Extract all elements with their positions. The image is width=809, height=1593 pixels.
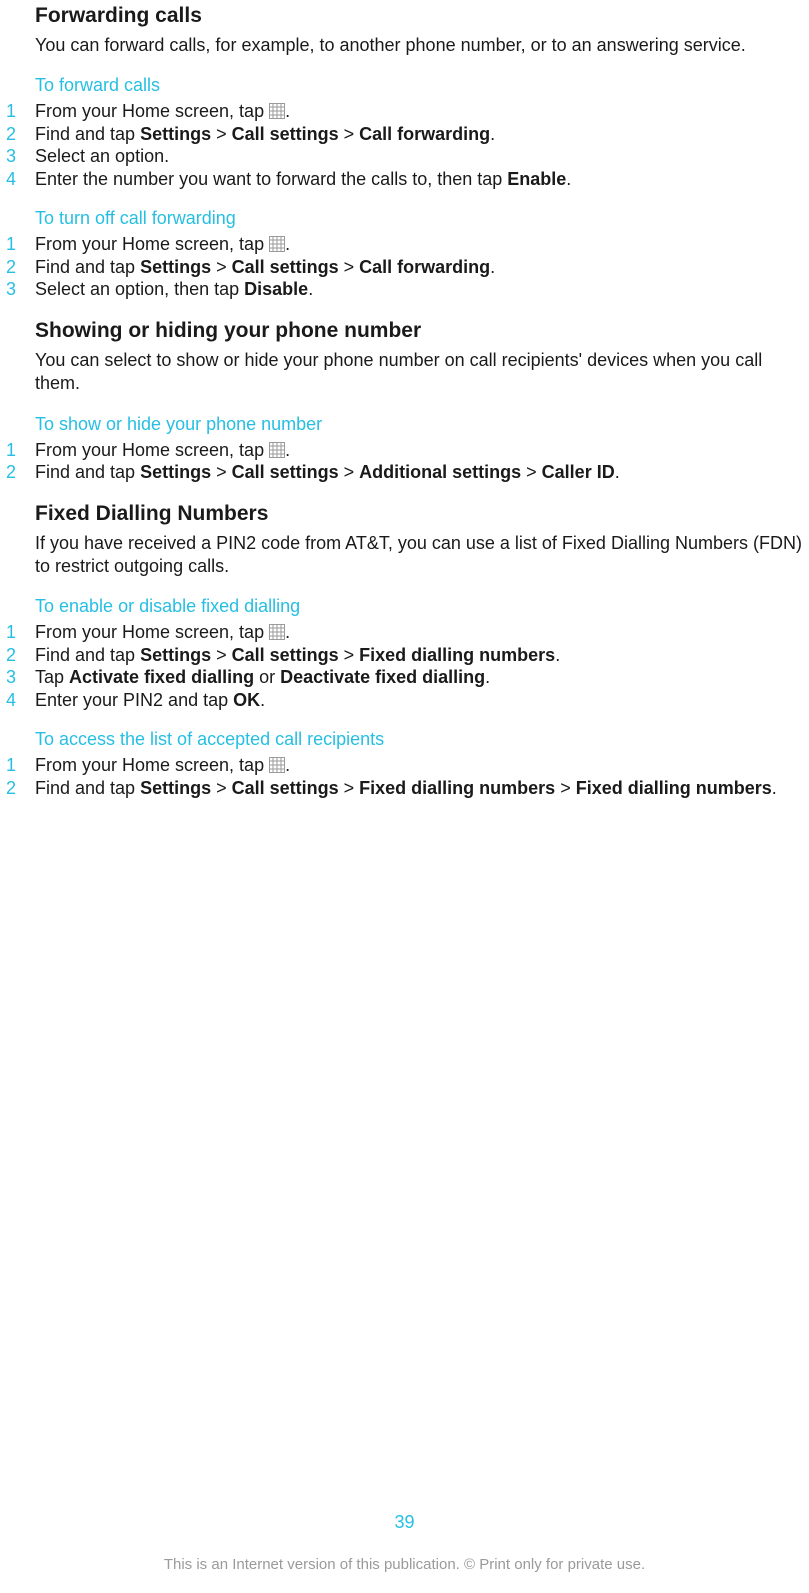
step-number: 3 xyxy=(0,145,35,168)
step-number: 2 xyxy=(0,777,35,800)
step-text: Enter the number you want to forward the… xyxy=(35,168,809,191)
list-item: 2 Find and tap Settings > Call settings … xyxy=(0,461,809,484)
step-text: From your Home screen, tap . xyxy=(35,621,809,644)
step-text: From your Home screen, tap . xyxy=(35,754,809,777)
step-text: Find and tap Settings > Call settings > … xyxy=(35,256,809,279)
step-number: 2 xyxy=(0,123,35,146)
step-text: Find and tap Settings > Call settings > … xyxy=(35,644,809,667)
section-intro-showhide: You can select to show or hide your phon… xyxy=(35,349,809,396)
step-number: 2 xyxy=(0,461,35,484)
section-heading-showhide: Showing or hiding your phone number xyxy=(35,319,809,343)
subheading-enable-fdn: To enable or disable fixed dialling xyxy=(35,596,809,617)
step-text: Enter your PIN2 and tap OK. xyxy=(35,689,809,712)
step-text: Find and tap Settings > Call settings > … xyxy=(35,777,809,800)
list-item: 2 Find and tap Settings > Call settings … xyxy=(0,256,809,279)
step-text: Find and tap Settings > Call settings > … xyxy=(35,123,809,146)
footer-text: This is an Internet version of this publ… xyxy=(0,1556,809,1573)
steps-access-fdn: 1 From your Home screen, tap . 2 Find an… xyxy=(0,754,809,799)
list-item: 3 Select an option, then tap Disable. xyxy=(0,278,809,301)
step-text: From your Home screen, tap . xyxy=(35,233,809,256)
step-number: 3 xyxy=(0,666,35,689)
step-number: 1 xyxy=(0,621,35,644)
step-text: Tap Activate fixed dialling or Deactivat… xyxy=(35,666,809,689)
list-item: 1 From your Home screen, tap . xyxy=(0,754,809,777)
subheading-access-fdn: To access the list of accepted call reci… xyxy=(35,729,809,750)
steps-show-hide: 1 From your Home screen, tap . 2 Find an… xyxy=(0,439,809,484)
list-item: 4 Enter the number you want to forward t… xyxy=(0,168,809,191)
subheading-show-hide: To show or hide your phone number xyxy=(35,414,809,435)
list-item: 1 From your Home screen, tap . xyxy=(0,100,809,123)
step-number: 1 xyxy=(0,439,35,462)
list-item: 1 From your Home screen, tap . xyxy=(0,621,809,644)
list-item: 3 Select an option. xyxy=(0,145,809,168)
section-intro-forwarding: You can forward calls, for example, to a… xyxy=(35,34,809,57)
step-text: Find and tap Settings > Call settings > … xyxy=(35,461,809,484)
page-content: Forwarding calls You can forward calls, … xyxy=(0,4,809,799)
step-number: 1 xyxy=(0,100,35,123)
step-text: From your Home screen, tap . xyxy=(35,100,809,123)
apps-grid-icon xyxy=(269,442,285,458)
apps-grid-icon xyxy=(269,624,285,640)
section-heading-forwarding: Forwarding calls xyxy=(35,4,809,28)
list-item: 2 Find and tap Settings > Call settings … xyxy=(0,644,809,667)
list-item: 2 Find and tap Settings > Call settings … xyxy=(0,123,809,146)
list-item: 1 From your Home screen, tap . xyxy=(0,233,809,256)
subheading-turn-off: To turn off call forwarding xyxy=(35,208,809,229)
step-text: Select an option. xyxy=(35,145,809,168)
step-text: Select an option, then tap Disable. xyxy=(35,278,809,301)
subheading-forward-calls: To forward calls xyxy=(35,75,809,96)
list-item: 3 Tap Activate fixed dialling or Deactiv… xyxy=(0,666,809,689)
apps-grid-icon xyxy=(269,757,285,773)
steps-enable-fdn: 1 From your Home screen, tap . 2 Find an… xyxy=(0,621,809,711)
apps-grid-icon xyxy=(269,103,285,119)
apps-grid-icon xyxy=(269,236,285,252)
step-number: 2 xyxy=(0,644,35,667)
list-item: 1 From your Home screen, tap . xyxy=(0,439,809,462)
list-item: 4 Enter your PIN2 and tap OK. xyxy=(0,689,809,712)
section-heading-fdn: Fixed Dialling Numbers xyxy=(35,502,809,526)
page-number: 39 xyxy=(0,1512,809,1533)
step-number: 4 xyxy=(0,689,35,712)
step-number: 1 xyxy=(0,754,35,777)
step-number: 3 xyxy=(0,278,35,301)
list-item: 2 Find and tap Settings > Call settings … xyxy=(0,777,809,800)
steps-turn-off: 1 From your Home screen, tap . 2 Find an… xyxy=(0,233,809,301)
step-number: 2 xyxy=(0,256,35,279)
step-text: From your Home screen, tap . xyxy=(35,439,809,462)
steps-forward-calls: 1 From your Home screen, tap . 2 Find an… xyxy=(0,100,809,190)
section-intro-fdn: If you have received a PIN2 code from AT… xyxy=(35,532,809,579)
step-number: 1 xyxy=(0,233,35,256)
step-number: 4 xyxy=(0,168,35,191)
